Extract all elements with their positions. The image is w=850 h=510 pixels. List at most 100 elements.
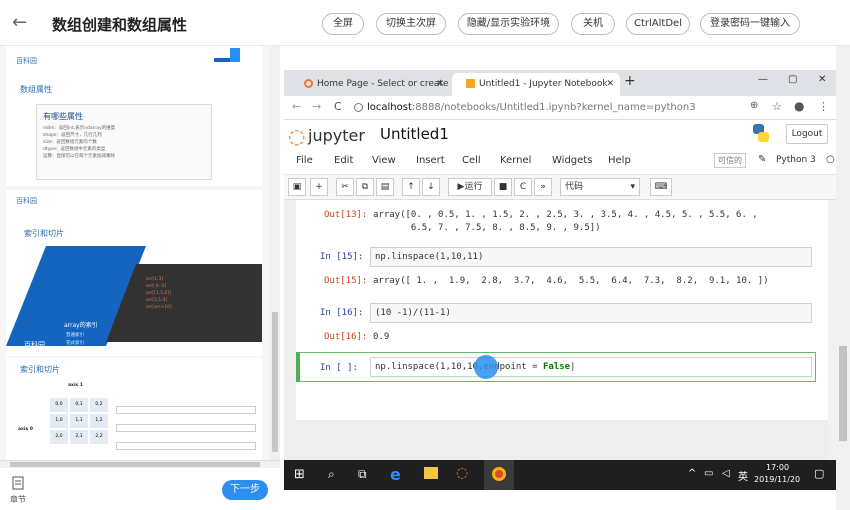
url-field[interactable]: localhost:8888/notebooks/Untitled1.ipynb… xyxy=(354,99,744,117)
attributes-box-title: 有哪些属性 xyxy=(43,112,83,121)
edit-pencil-icon[interactable]: ✎ xyxy=(758,154,766,165)
banner-item: 普通索引 xyxy=(66,333,84,338)
add-cell-icon[interactable]: + xyxy=(310,178,328,196)
new-tab-icon[interactable]: + xyxy=(624,73,636,89)
notifications-icon[interactable]: ▢ xyxy=(814,467,824,480)
cursor-highlight xyxy=(474,355,498,379)
chrome-icon xyxy=(492,467,506,481)
jupyter-brand[interactable]: jupyter xyxy=(308,126,365,145)
task-view-icon[interactable]: ⧉ xyxy=(358,467,367,482)
fullscreen-button[interactable]: 全屏 xyxy=(322,13,364,35)
grid-cell: 0,0 xyxy=(50,398,68,412)
zoom-icon[interactable]: ⊕ xyxy=(750,100,758,111)
file-explorer-icon[interactable] xyxy=(424,467,438,479)
left-scrollbar-thumb[interactable] xyxy=(272,312,278,452)
chapter-label[interactable]: 章节 xyxy=(10,494,26,505)
list-item: ndim：返回int,表示ndarray的维度 xyxy=(43,126,116,131)
move-up-icon[interactable]: ↑ xyxy=(402,178,420,196)
save-icon[interactable]: ▣ xyxy=(288,178,306,196)
logout-button[interactable]: Logout xyxy=(786,124,828,144)
menu-insert[interactable]: Insert xyxy=(416,155,445,166)
shutdown-button[interactable]: 关机 xyxy=(571,13,615,35)
search-icon[interactable]: ⌕ xyxy=(328,467,335,482)
network-icon[interactable]: ▭ xyxy=(704,468,713,479)
menu-cell[interactable]: Cell xyxy=(462,155,481,166)
login-password-button[interactable]: 登录密码一键输入 xyxy=(700,13,800,35)
cell-type-select[interactable]: 代码 ▾ xyxy=(560,178,640,196)
output-text: array([ 1. , 1.9, 2.8, 3.7, 4.6, 5.5, 6.… xyxy=(373,276,769,286)
close-window-icon[interactable]: ✕ xyxy=(818,74,826,85)
input-language[interactable]: 英 xyxy=(738,468,748,483)
slide-array-attributes: 百科园 数组属性 有哪些属性 ndim：返回int,表示ndarray的维度 s… xyxy=(6,46,262,186)
output-text: array([0. , 0.5, 1. , 1.5, 2. , 2.5, 3. … xyxy=(373,210,758,220)
restart-icon[interactable]: C xyxy=(514,178,532,196)
code-text: (10 -1)/(11-1) xyxy=(375,308,451,318)
keyboard-icon[interactable]: ⌨ xyxy=(650,178,672,196)
grid-cell: 2,1 xyxy=(70,430,88,444)
account-icon[interactable]: ● xyxy=(794,99,804,113)
vm-scrollbar-thumb[interactable] xyxy=(839,346,847,441)
jupyter-logo-icon[interactable]: ◌ xyxy=(288,124,305,148)
menu-help[interactable]: Help xyxy=(608,155,631,166)
menu-dots-icon[interactable]: ⋮ xyxy=(818,100,829,113)
kernel-name[interactable]: Python 3 xyxy=(776,155,816,165)
paste-icon[interactable]: ▤ xyxy=(376,178,394,196)
code-cell-input[interactable]: (10 -1)/(11-1) xyxy=(370,303,812,323)
volume-icon[interactable]: ◁ xyxy=(722,468,730,479)
back-arrow-icon[interactable]: ← xyxy=(12,12,27,33)
close-icon[interactable]: ✕ xyxy=(436,73,444,95)
info-icon xyxy=(354,102,363,112)
switch-screen-button[interactable]: 切换主次屏 xyxy=(376,13,446,35)
windows-start-icon[interactable]: ⊞ xyxy=(294,467,305,482)
restart-run-all-icon[interactable]: » xyxy=(534,178,552,196)
menu-kernel[interactable]: Kernel xyxy=(500,155,531,166)
copy-icon[interactable]: ⧉ xyxy=(356,178,374,196)
menu-file[interactable]: File xyxy=(296,155,313,166)
menu-view[interactable]: View xyxy=(372,155,396,166)
chevron-down-icon: ▾ xyxy=(630,182,635,192)
grid-cell: 2,0 xyxy=(50,430,68,444)
browser-tab-notebook[interactable]: Untitled1 - Jupyter Notebook ✕ xyxy=(452,73,620,96)
toggle-env-button[interactable]: 隐藏/显示实验环境 xyxy=(458,13,559,35)
left-hscrollbar-thumb[interactable] xyxy=(10,462,260,467)
output-text: 6.5, 7. , 7.5, 8. , 8.5, 9. , 9.5]) xyxy=(373,223,601,233)
notebook-scrollbar[interactable] xyxy=(828,200,836,465)
grid-cell: 0,2 xyxy=(90,398,108,412)
minimize-icon[interactable]: — xyxy=(758,74,768,85)
output-text: 0.9 xyxy=(373,332,390,342)
chrome-taskbar-item[interactable] xyxy=(484,460,514,490)
cut-icon[interactable]: ✂ xyxy=(336,178,354,196)
attributes-list: ndim：返回int,表示ndarray的维度 shape：返回尺寸，几行几列 … xyxy=(43,125,115,160)
code-cell-input-active[interactable]: np.linspace(1,10,10,endpoint = False| xyxy=(370,357,812,377)
tray-chevron-icon[interactable]: ^ xyxy=(688,468,696,479)
clock-time[interactable]: 17:00 xyxy=(766,463,789,472)
chapter-icon[interactable] xyxy=(12,476,24,490)
move-down-icon[interactable]: ↓ xyxy=(422,178,440,196)
slide-slicing: 索引和切片 axis 1 axis 0 0,0 0,1 0,2 1,0 1,1 … xyxy=(6,358,262,460)
logo: 百科园 xyxy=(16,197,37,205)
input-prompt: In [15]: xyxy=(320,252,364,262)
maximize-icon[interactable]: ▢ xyxy=(788,74,797,85)
trusted-indicator[interactable]: 可信的 xyxy=(714,153,746,168)
vm-screen: Home Page - Select or create ✕ Untitled1… xyxy=(284,46,850,510)
interrupt-icon[interactable]: ■ xyxy=(494,178,512,196)
close-icon[interactable]: ✕ xyxy=(606,73,614,95)
browser-tab-home[interactable]: Home Page - Select or create ✕ xyxy=(290,73,450,96)
back-icon[interactable]: ← xyxy=(292,100,301,113)
bookmark-star-icon[interactable]: ☆ xyxy=(772,100,782,113)
forward-icon[interactable]: → xyxy=(312,100,321,113)
clock-date[interactable]: 2019/11/20 xyxy=(754,475,800,484)
ctrl-alt-del-button[interactable]: CtrlAltDel xyxy=(626,13,690,35)
edge-browser-icon[interactable]: e xyxy=(390,465,401,484)
code-cell-input[interactable]: np.linspace(1,10,11) xyxy=(370,247,812,267)
url-host: localhost xyxy=(367,102,412,113)
notebook-name[interactable]: Untitled1 xyxy=(380,125,449,143)
url-path: :8888/notebooks/Untitled1.ipynb?kernel_n… xyxy=(411,102,696,113)
menu-edit[interactable]: Edit xyxy=(334,155,353,166)
menu-widgets[interactable]: Widgets xyxy=(552,155,592,166)
slide-indexing: 百科园 索引和切片 array的索引 普通索引 花式索引 arr[1:3] arr… xyxy=(6,190,262,356)
reload-icon[interactable]: C xyxy=(334,100,342,113)
next-step-button[interactable]: 下一步 xyxy=(222,480,268,500)
run-button[interactable]: ▶运行 xyxy=(448,178,492,196)
jupyter-taskbar-icon[interactable]: ◌ xyxy=(456,465,468,481)
